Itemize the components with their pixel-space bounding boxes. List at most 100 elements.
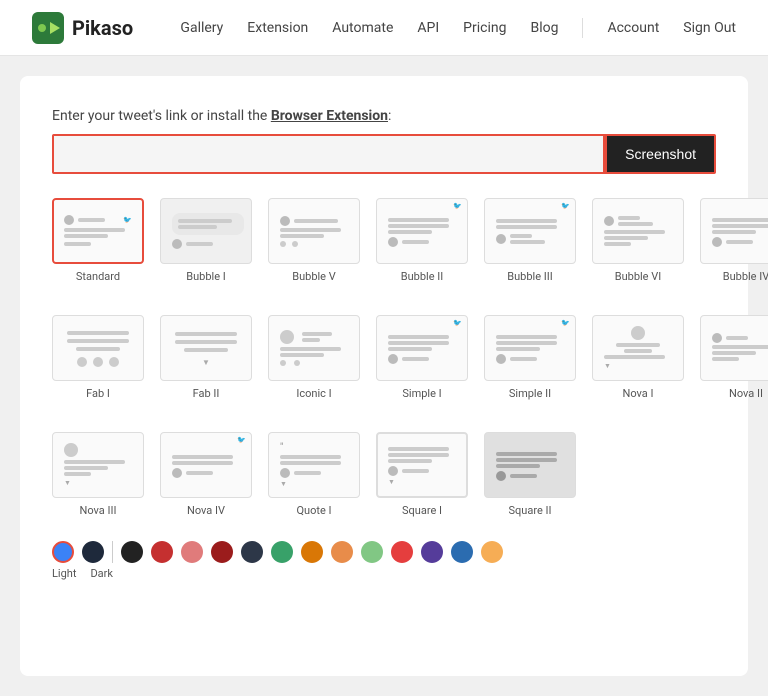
template-preview-quote1: " ▼ <box>268 432 360 498</box>
template-label-nova4: Nova IV <box>187 504 225 517</box>
color-swatch-12[interactable] <box>481 541 503 563</box>
browser-extension-link[interactable]: Browser Extension <box>271 108 388 124</box>
template-nova2[interactable]: 🐦 Nova II <box>700 315 768 400</box>
color-swatch-4[interactable] <box>241 541 263 563</box>
template-nova4[interactable]: 🐦 Nova IV <box>160 432 252 517</box>
template-label-square2: Square II <box>508 504 551 517</box>
color-swatch-8[interactable] <box>361 541 383 563</box>
template-preview-bubble4: 🐦 <box>700 198 768 264</box>
nav-account[interactable]: Account <box>607 20 659 36</box>
logo-area: Pikaso <box>32 12 133 44</box>
color-swatch-light[interactable] <box>52 541 74 563</box>
template-fab1[interactable]: Fab I <box>52 315 144 400</box>
template-label-nova1: Nova I <box>623 387 654 400</box>
template-simple1[interactable]: 🐦 Simple I <box>376 315 468 400</box>
template-simple2[interactable]: 🐦 Simple II <box>484 315 576 400</box>
color-swatch-9[interactable] <box>391 541 413 563</box>
color-swatch-6[interactable] <box>301 541 323 563</box>
template-label-quote1: Quote I <box>296 504 331 517</box>
template-label-fab1: Fab I <box>86 387 110 400</box>
nav-divider <box>582 18 583 38</box>
color-labels: Light Dark <box>52 567 716 580</box>
template-label-nova2: Nova II <box>729 387 763 400</box>
template-label-standard: Standard <box>76 270 120 283</box>
nav-automate[interactable]: Automate <box>332 20 393 36</box>
template-square1[interactable]: ▼ Square I <box>376 432 468 517</box>
template-label-fab2: Fab II <box>193 387 220 400</box>
templates-row2: Fab I ▼ Fab II <box>52 315 716 400</box>
template-preview-bubble6 <box>592 198 684 264</box>
template-label-iconic1: Iconic I <box>296 387 331 400</box>
color-swatch-5[interactable] <box>271 541 293 563</box>
color-swatch-2[interactable] <box>181 541 203 563</box>
template-preview-nova4: 🐦 <box>160 432 252 498</box>
nav-signout[interactable]: Sign Out <box>683 20 736 36</box>
template-label-bubble2: Bubble II <box>401 270 444 283</box>
color-swatch-1[interactable] <box>151 541 173 563</box>
header: Pikaso Gallery Extension Automate API Pr… <box>0 0 768 56</box>
color-swatch-3[interactable] <box>211 541 233 563</box>
screenshot-button[interactable]: Screenshot <box>605 134 716 174</box>
template-label-bubble4: Bubble IV <box>723 270 768 283</box>
nav-gallery[interactable]: Gallery <box>180 20 223 36</box>
template-preview-fab1 <box>52 315 144 381</box>
template-bubble3[interactable]: 🐦 Bubble III <box>484 198 576 283</box>
logo-icon <box>32 12 64 44</box>
template-preview-simple2: 🐦 <box>484 315 576 381</box>
template-label-bubble1: Bubble I <box>186 270 226 283</box>
template-label-bubble3: Bubble III <box>507 270 552 283</box>
template-bubble1[interactable]: Bubble I <box>160 198 252 283</box>
swatches-row <box>52 541 716 563</box>
color-section: Light Dark <box>52 541 716 580</box>
url-label: Enter your tweet's link or install the B… <box>52 108 716 124</box>
template-preview-bubble1 <box>160 198 252 264</box>
template-label-simple1: Simple I <box>402 387 441 400</box>
url-bar: Screenshot <box>52 134 716 174</box>
template-label-simple2: Simple II <box>509 387 551 400</box>
templates-row1: 🐦 Standard Bubble I <box>52 198 716 283</box>
template-preview-nova2: 🐦 <box>700 315 768 381</box>
template-preview-bubble2: 🐦 <box>376 198 468 264</box>
template-fab2[interactable]: ▼ Fab II <box>160 315 252 400</box>
template-label-square1: Square I <box>402 504 442 517</box>
template-label-nova3: Nova III <box>80 504 117 517</box>
template-nova3[interactable]: ▼ Nova III <box>52 432 144 517</box>
template-standard[interactable]: 🐦 Standard <box>52 198 144 283</box>
nav-pricing[interactable]: Pricing <box>463 20 506 36</box>
color-swatch-7[interactable] <box>331 541 353 563</box>
color-swatch-0[interactable] <box>121 541 143 563</box>
main-nav: Gallery Extension Automate API Pricing B… <box>180 18 736 38</box>
url-section: Enter your tweet's link or install the B… <box>52 108 716 174</box>
tweet-url-input[interactable] <box>52 134 605 174</box>
template-preview-bubblev <box>268 198 360 264</box>
templates-row3: ▼ Nova III 🐦 Nova IV " <box>52 432 716 517</box>
nav-blog[interactable]: Blog <box>530 20 558 36</box>
template-preview-standard: 🐦 <box>52 198 144 264</box>
main-content: Enter your tweet's link or install the B… <box>20 76 748 676</box>
color-swatch-10[interactable] <box>421 541 443 563</box>
nav-api[interactable]: API <box>417 20 439 36</box>
template-preview-square2 <box>484 432 576 498</box>
color-swatch-dark[interactable] <box>82 541 104 563</box>
template-label-bubble6: Bubble VI <box>615 270 662 283</box>
template-bubble2[interactable]: 🐦 Bubble II <box>376 198 468 283</box>
template-iconic1[interactable]: Iconic I <box>268 315 360 400</box>
logo-text: Pikaso <box>72 16 133 40</box>
template-preview-nova3: ▼ <box>52 432 144 498</box>
template-preview-bubble3: 🐦 <box>484 198 576 264</box>
template-preview-square1: ▼ <box>376 432 468 498</box>
nav-extension[interactable]: Extension <box>247 20 308 36</box>
template-quote1[interactable]: " ▼ Quote I <box>268 432 360 517</box>
template-label-bubblev: Bubble V <box>292 270 336 283</box>
light-label: Light <box>52 567 76 580</box>
template-square2[interactable]: Square II <box>484 432 576 517</box>
color-swatch-11[interactable] <box>451 541 473 563</box>
dark-label: Dark <box>90 567 113 580</box>
color-divider <box>112 541 113 563</box>
template-bubble4[interactable]: 🐦 Bubble IV <box>700 198 768 283</box>
template-bubble6[interactable]: Bubble VI <box>592 198 684 283</box>
template-preview-fab2: ▼ <box>160 315 252 381</box>
template-nova1[interactable]: ▼ Nova I <box>592 315 684 400</box>
template-bubblev[interactable]: Bubble V <box>268 198 360 283</box>
template-preview-nova1: ▼ <box>592 315 684 381</box>
